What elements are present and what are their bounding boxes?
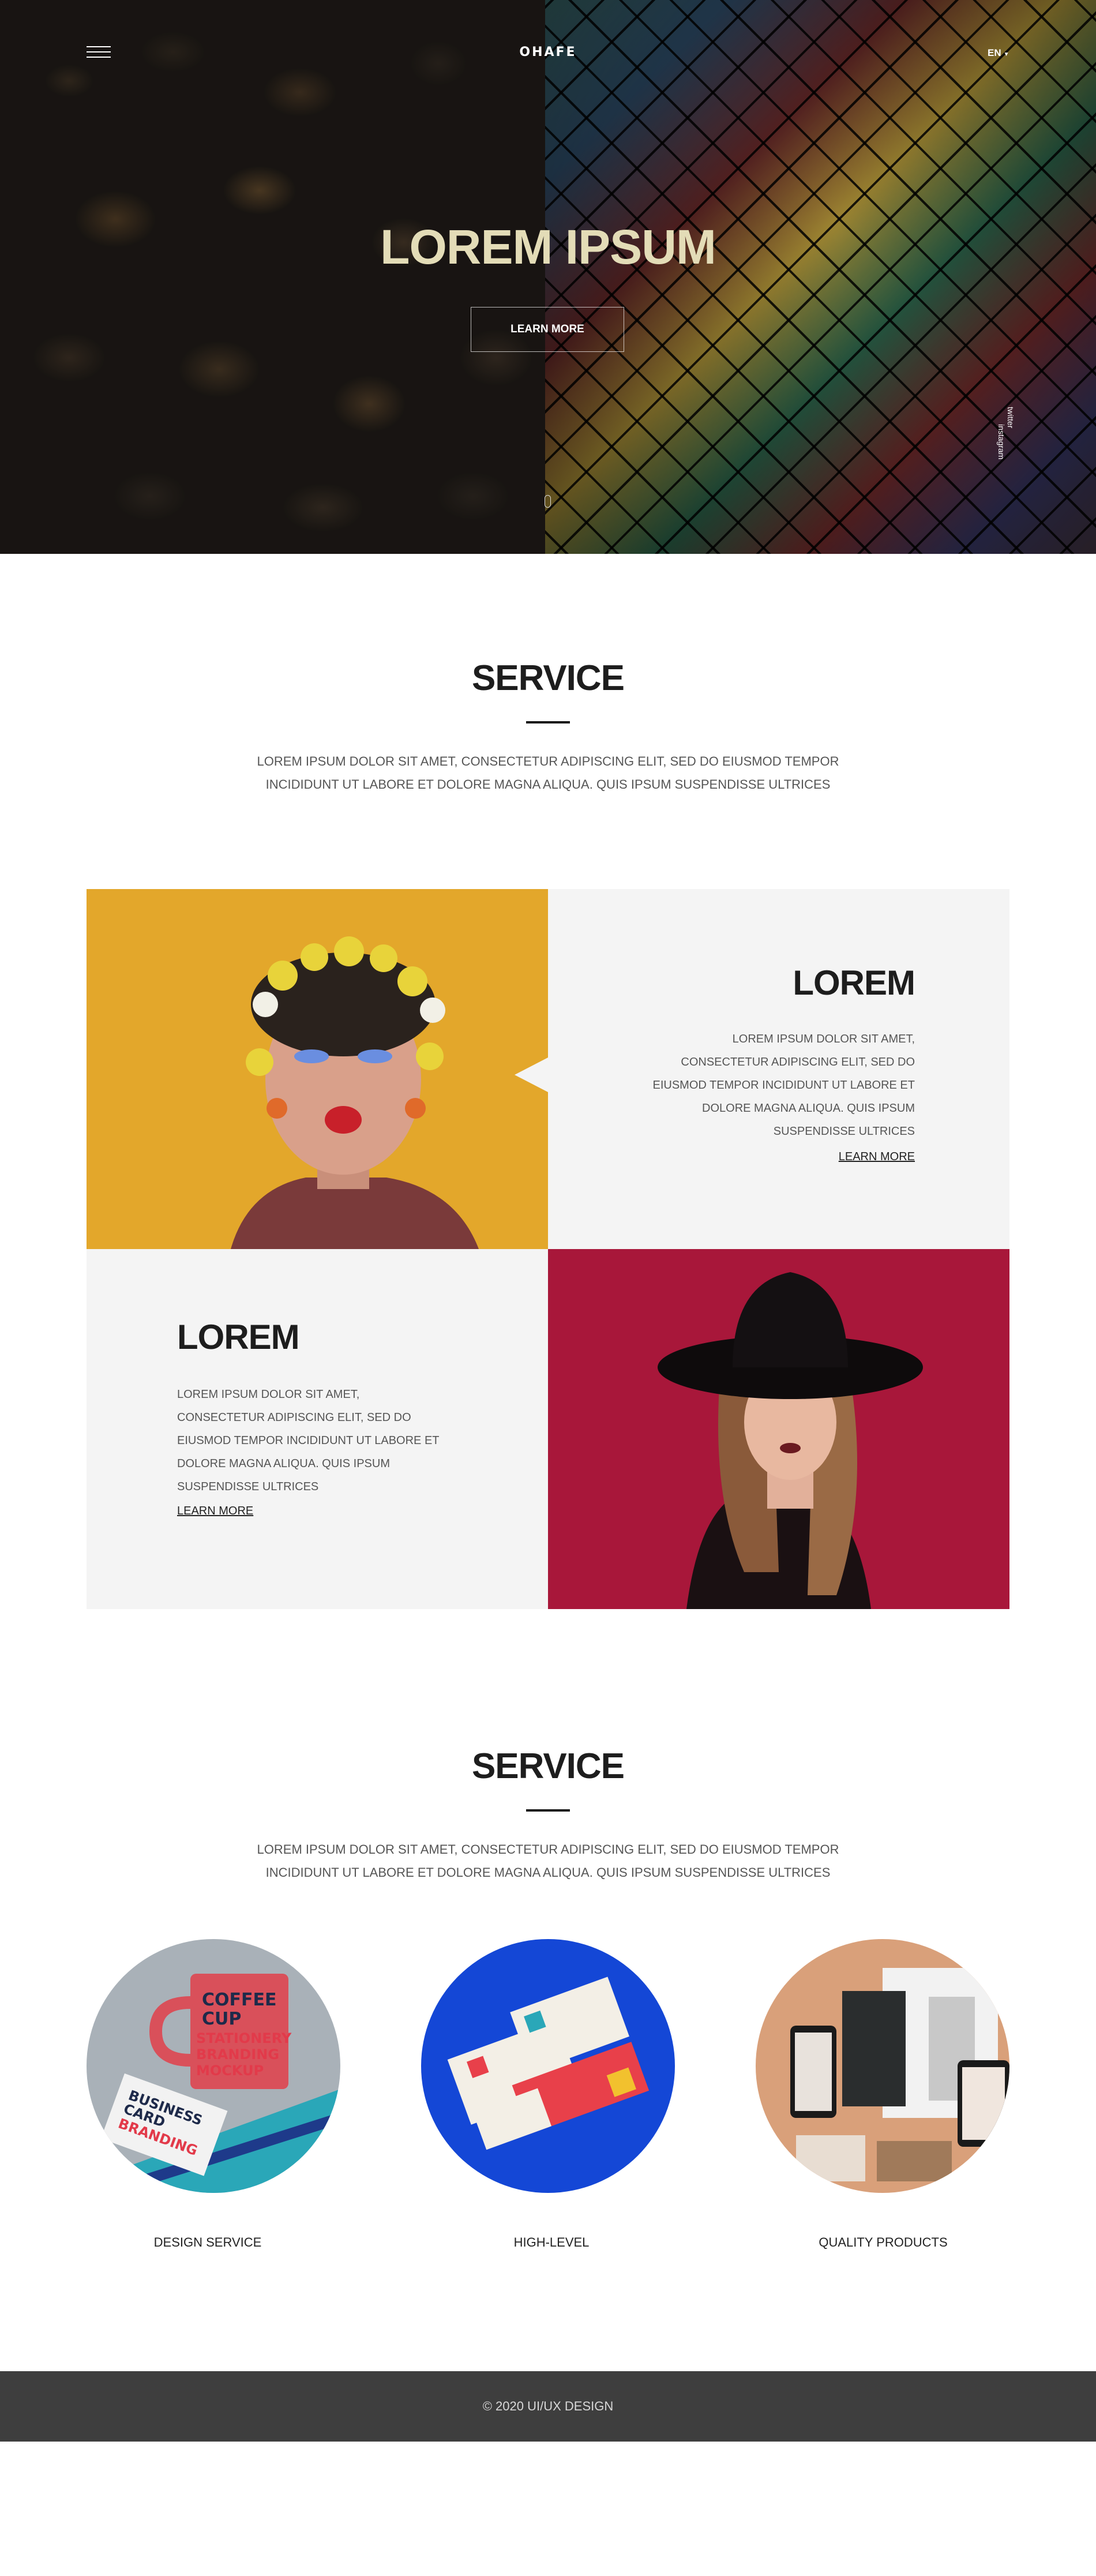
high-level-label: HIGH-LEVEL bbox=[513, 2235, 590, 2249]
hero-tiles-image bbox=[545, 0, 1096, 554]
copyright-text: © 2020 UI/UX DESIGN bbox=[482, 2399, 614, 2413]
mug-text: CUP bbox=[202, 2009, 241, 2029]
mug-text: COFFEE bbox=[202, 1990, 277, 2010]
mug-text: STATIONERY bbox=[196, 2030, 292, 2046]
brand-mockup-illustration bbox=[756, 1939, 1009, 2193]
quality-products-image[interactable] bbox=[756, 1939, 1009, 2193]
stationery-mockup-illustration bbox=[421, 1939, 675, 2193]
mug-text: BRANDING bbox=[196, 2046, 279, 2063]
hero-wood-image bbox=[0, 0, 545, 554]
hat-woman-illustration bbox=[548, 1249, 1009, 1609]
design-service-image[interactable]: COFFEE CUP STATIONERY BRANDING MOCKUP BU… bbox=[87, 1939, 340, 2193]
title-divider bbox=[526, 721, 570, 723]
caret-down-icon: ▼ bbox=[1003, 51, 1009, 58]
footer: © 2020 UI/UX DESIGN bbox=[0, 2371, 1096, 2442]
service-title: SERVICE bbox=[471, 1746, 625, 1786]
mouse-scroll-icon[interactable] bbox=[545, 495, 551, 508]
design-service-label: DESIGN SERVICE bbox=[153, 2235, 262, 2249]
feature-card-1: LOREM LOREM IPSUM DOLOR SIT AMET, CONSEC… bbox=[548, 889, 1009, 1249]
feature-learn-more-link[interactable]: LEARN MORE bbox=[839, 1150, 915, 1164]
feature-learn-more-link[interactable]: LEARN MORE bbox=[177, 1505, 253, 1518]
feature-title: LOREM bbox=[793, 963, 915, 1002]
high-level-image[interactable] bbox=[421, 1939, 675, 2193]
quality-products-label: QUALITY PRODUCTS bbox=[819, 2235, 948, 2249]
service-description: LOREM IPSUM DOLOR SIT AMET, CONSECTETUR … bbox=[257, 754, 839, 792]
instagram-link[interactable]: instagram bbox=[997, 424, 1006, 459]
hat-woman-image bbox=[548, 1249, 1009, 1609]
mug-mockup-illustration: COFFEE CUP STATIONERY BRANDING MOCKUP BU… bbox=[87, 1939, 340, 2193]
language-label: EN bbox=[988, 47, 1001, 58]
feature-text: LOREM IPSUM DOLOR SIT AMET, CONSECTETUR … bbox=[652, 1033, 915, 1138]
language-selector[interactable]: EN ▼ bbox=[988, 47, 1009, 59]
hero: OHAFE EN ▼ LOREM IPSUM LEARN MORE twitter… bbox=[0, 0, 1096, 554]
hero-learn-more-button[interactable]: LEARN MORE bbox=[471, 307, 624, 352]
hero-title: LOREM IPSUM bbox=[380, 220, 716, 274]
feature-text: LOREM IPSUM DOLOR SIT AMET, CONSECTETUR … bbox=[177, 1388, 440, 1493]
feature-title: LOREM bbox=[177, 1318, 300, 1356]
title-divider bbox=[526, 1809, 570, 1812]
mug-text: MOCKUP bbox=[196, 2063, 264, 2079]
feature-grid: LOREM LOREM IPSUM DOLOR SIT AMET, CONSEC… bbox=[87, 889, 1010, 1609]
feature-card-2: LOREM LOREM IPSUM DOLOR SIT AMET, CONSEC… bbox=[87, 1249, 548, 1609]
logo[interactable]: OHAFE bbox=[0, 45, 1096, 59]
curlers-woman-image bbox=[87, 889, 548, 1249]
service-title: SERVICE bbox=[471, 658, 625, 698]
social-links: twitter instagram bbox=[997, 407, 1015, 459]
twitter-link[interactable]: twitter bbox=[1006, 407, 1015, 459]
service-description: LOREM IPSUM DOLOR SIT AMET, CONSECTETUR … bbox=[257, 1842, 839, 1880]
curlers-woman-illustration bbox=[87, 889, 548, 1249]
